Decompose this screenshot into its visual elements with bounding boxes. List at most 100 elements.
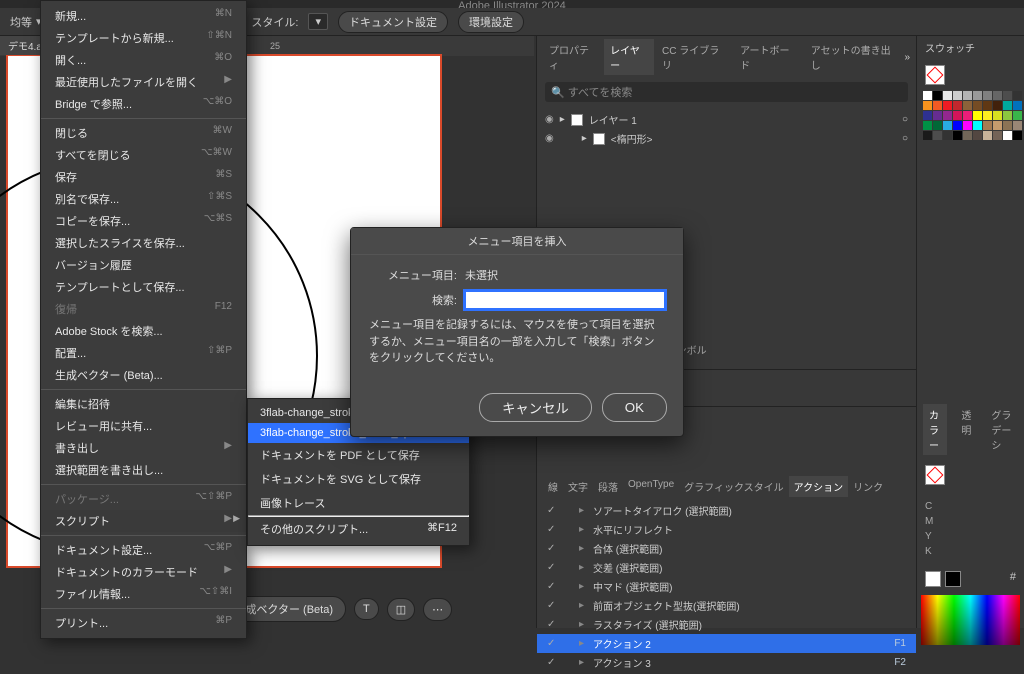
panel-tab[interactable]: アセットの書き出し xyxy=(805,39,903,75)
action-row[interactable]: ▸交差 (選択範囲) xyxy=(537,558,916,577)
action-row[interactable]: ▸中マド (選択範囲) xyxy=(537,577,916,596)
swatch[interactable] xyxy=(973,131,982,140)
menu-item[interactable]: 保存⌘S xyxy=(41,166,246,188)
action-row[interactable]: ▸水平にリフレクト xyxy=(537,520,916,539)
swatch[interactable] xyxy=(993,101,1002,110)
visibility-icon[interactable] xyxy=(545,114,554,125)
swatch[interactable] xyxy=(943,101,952,110)
layer-search[interactable]: 🔍 すべてを検索 xyxy=(545,82,908,102)
swatch[interactable] xyxy=(923,111,932,120)
swatch[interactable] xyxy=(933,121,942,130)
stroke-profile[interactable]: 均等 ▾ xyxy=(10,14,42,30)
swatch[interactable] xyxy=(953,121,962,130)
menu-item[interactable]: Adobe Stock を検索... xyxy=(41,320,246,342)
panel-tab[interactable]: プロパティ xyxy=(543,39,602,75)
menu-item[interactable]: テンプレートから新規...⇧⌘N xyxy=(41,27,246,49)
swatch[interactable] xyxy=(933,111,942,120)
swatch[interactable] xyxy=(1003,101,1012,110)
swatch[interactable] xyxy=(953,131,962,140)
swatch[interactable] xyxy=(1003,91,1012,100)
actions-tab[interactable]: アクション xyxy=(789,476,849,497)
actions-tab[interactable]: 線 xyxy=(543,476,563,497)
swatch[interactable] xyxy=(1013,131,1022,140)
cancel-button[interactable]: キャンセル xyxy=(479,393,592,422)
fill-swatch[interactable] xyxy=(925,465,945,485)
menu-item[interactable]: コピーを保存...⌥⌘S xyxy=(41,210,246,232)
menu-item[interactable]: ファイル情報...⌥⇧⌘I xyxy=(41,583,246,605)
color-tab[interactable]: カラー xyxy=(923,404,947,455)
menu-item[interactable]: 新規...⌘N xyxy=(41,5,246,27)
style-picker[interactable]: ▾ xyxy=(308,13,328,30)
swatch[interactable] xyxy=(983,91,992,100)
submenu-item[interactable]: 画像トレース xyxy=(248,491,469,515)
submenu-item[interactable]: その他のスクリプト...⌘F12 xyxy=(248,517,469,541)
swatch[interactable] xyxy=(923,131,932,140)
stroke-box[interactable] xyxy=(945,571,961,587)
swatch[interactable] xyxy=(943,91,952,100)
swatch[interactable] xyxy=(1003,111,1012,120)
swatch[interactable] xyxy=(1013,101,1022,110)
swatch[interactable] xyxy=(963,111,972,120)
panel-tab[interactable]: アートボード xyxy=(734,39,803,75)
swatch[interactable] xyxy=(973,101,982,110)
menu-item[interactable]: プリント...⌘P xyxy=(41,612,246,634)
swatch[interactable] xyxy=(923,101,932,110)
menu-item[interactable]: 編集に招待 xyxy=(41,393,246,415)
swatch[interactable] xyxy=(923,121,932,130)
swatch[interactable] xyxy=(993,91,1002,100)
doc-setup-button[interactable]: ドキュメント設定 xyxy=(338,11,448,33)
swatch[interactable] xyxy=(923,91,932,100)
action-row[interactable]: ▸前面オブジェクト型抜(選択範囲) xyxy=(537,596,916,615)
swatch[interactable] xyxy=(983,121,992,130)
actions-tab[interactable]: 段落 xyxy=(593,476,623,497)
swatch[interactable] xyxy=(953,91,962,100)
submenu-item[interactable]: ドキュメントを PDF として保存 xyxy=(248,443,469,467)
menu-item[interactable]: 閉じる⌘W xyxy=(41,122,246,144)
actions-tab[interactable]: リンク xyxy=(848,476,888,497)
actions-tab[interactable]: OpenType xyxy=(623,476,679,497)
swatch[interactable] xyxy=(973,121,982,130)
swatch[interactable] xyxy=(963,131,972,140)
menu-item[interactable]: パッケージ...⌥⇧⌘P xyxy=(41,488,246,510)
menu-item[interactable]: バージョン履歴 xyxy=(41,254,246,276)
actions-tab[interactable]: グラフィックスタイル xyxy=(679,476,789,497)
menu-item[interactable]: 最近使用したファイルを開く▶ xyxy=(41,71,246,93)
swatch[interactable] xyxy=(993,111,1002,120)
text-tool-button[interactable]: T xyxy=(354,598,379,620)
swatch[interactable] xyxy=(993,131,1002,140)
swatch[interactable] xyxy=(983,131,992,140)
swatch[interactable] xyxy=(983,101,992,110)
swatch[interactable] xyxy=(993,121,1002,130)
swatch[interactable] xyxy=(1003,121,1012,130)
swatch[interactable] xyxy=(943,111,952,120)
crop-tool-button[interactable]: ◫ xyxy=(387,598,415,621)
panel-overflow-icon[interactable]: » xyxy=(904,52,910,63)
swatch[interactable] xyxy=(933,131,942,140)
swatch[interactable] xyxy=(963,101,972,110)
fill-box[interactable] xyxy=(925,571,941,587)
none-swatch[interactable] xyxy=(925,65,945,85)
panel-tab[interactable]: CC ライブラリ xyxy=(656,39,732,75)
menu-item[interactable]: 別名で保存...⇧⌘S xyxy=(41,188,246,210)
submenu-item[interactable]: ドキュメントを SVG として保存 xyxy=(248,467,469,491)
layer-row[interactable]: ▸レイヤー 1○ xyxy=(545,110,908,129)
action-row[interactable]: ▸アクション 3F2 xyxy=(537,653,916,672)
swatch[interactable] xyxy=(973,91,982,100)
swatch[interactable] xyxy=(983,111,992,120)
swatch[interactable] xyxy=(943,121,952,130)
swatch[interactable] xyxy=(973,111,982,120)
color-spectrum[interactable] xyxy=(921,595,1020,645)
env-setup-button[interactable]: 環境設定 xyxy=(458,11,524,33)
action-row[interactable]: ▸ソアートタイアロク (選択範囲) xyxy=(537,501,916,520)
swatch[interactable] xyxy=(963,121,972,130)
ok-button[interactable]: OK xyxy=(602,393,667,422)
menu-item[interactable]: ドキュメントのカラーモード▶ xyxy=(41,561,246,583)
menu-item[interactable]: 開く...⌘O xyxy=(41,49,246,71)
action-row[interactable]: ▸アクション 2F1 xyxy=(537,634,916,653)
action-row[interactable]: ▸合体 (選択範囲) xyxy=(537,539,916,558)
search-input[interactable] xyxy=(465,291,665,309)
menu-item[interactable]: テンプレートとして保存... xyxy=(41,276,246,298)
action-row[interactable]: ▸ラスタライズ (選択範囲) xyxy=(537,615,916,634)
menu-item[interactable]: 選択したスライスを保存... xyxy=(41,232,246,254)
swatch[interactable] xyxy=(953,101,962,110)
